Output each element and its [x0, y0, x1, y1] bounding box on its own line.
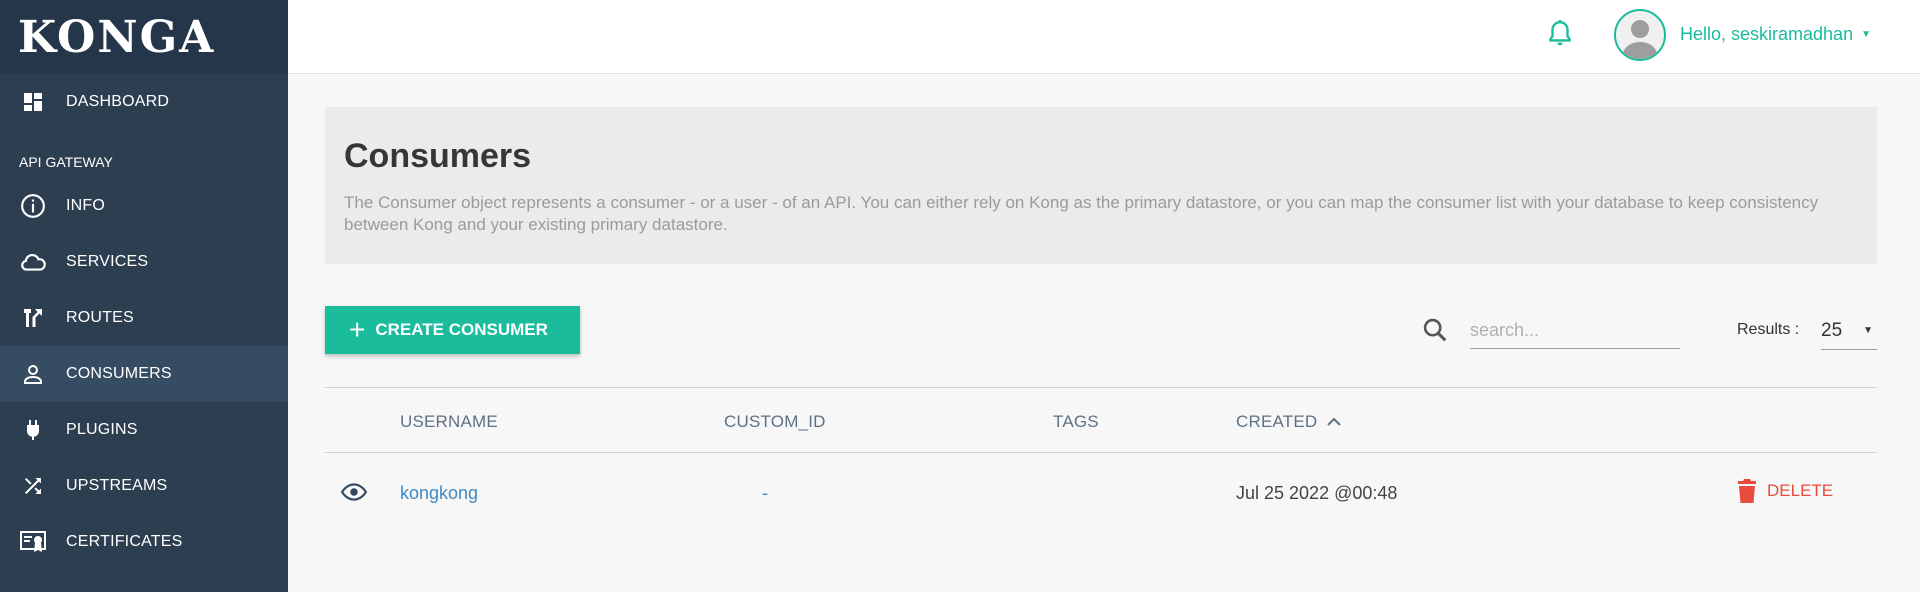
- table-header: USERNAME CUSTOM_ID TAGS CREATED: [325, 387, 1877, 453]
- custom-id-cell[interactable]: -: [762, 483, 768, 504]
- column-header-created-label: CREATED: [1236, 412, 1318, 431]
- routes-icon: [20, 305, 46, 331]
- shuffle-icon: [20, 473, 46, 499]
- cloud-icon: [20, 249, 46, 275]
- sort-asc-icon: [1327, 417, 1342, 426]
- sidebar-item-info[interactable]: INFO: [0, 178, 288, 234]
- created-cell: Jul 25 2022 @00:48: [1236, 483, 1398, 503]
- user-menu[interactable]: Hello, seskiramadhan ▼: [1680, 24, 1871, 45]
- results-per-page-select[interactable]: 25 ▼: [1821, 312, 1877, 350]
- logo[interactable]: KONGA: [0, 0, 288, 74]
- sidebar-item-label: CONSUMERS: [66, 365, 172, 382]
- bell-icon[interactable]: [1547, 19, 1573, 49]
- plug-icon: [20, 417, 46, 443]
- sidebar: KONGA DASHBOARD API GATEWAY INFO SERVICE…: [0, 0, 288, 592]
- consumers-table: USERNAME CUSTOM_ID TAGS CREATED kongkong…: [325, 387, 1877, 533]
- sidebar-item-dashboard[interactable]: DASHBOARD: [0, 74, 288, 130]
- certificate-icon: [20, 529, 46, 555]
- column-header-custom-id[interactable]: CUSTOM_ID: [724, 412, 826, 432]
- sidebar-item-certificates[interactable]: CERTIFICATES: [0, 514, 288, 570]
- sidebar-item-routes[interactable]: ROUTES: [0, 290, 288, 346]
- sidebar-item-label: SERVICES: [66, 253, 149, 270]
- column-header-created[interactable]: CREATED: [1236, 412, 1342, 432]
- sidebar-item-consumers[interactable]: CONSUMERS: [0, 346, 288, 402]
- sidebar-item-label: UPSTREAMS: [66, 477, 168, 494]
- sidebar-item-label: INFO: [66, 197, 106, 214]
- chevron-down-icon: ▼: [1863, 325, 1873, 336]
- eye-icon[interactable]: [339, 479, 369, 505]
- page-description: The Consumer object represents a consume…: [344, 193, 1819, 234]
- greeting-text: Hello, seskiramadhan: [1680, 24, 1854, 44]
- column-header-tags[interactable]: TAGS: [1053, 412, 1099, 432]
- username-link[interactable]: kongkong: [400, 483, 478, 504]
- create-consumer-button[interactable]: + CREATE CONSUMER: [325, 306, 580, 354]
- main-content: Consumers The Consumer object represents…: [288, 74, 1920, 592]
- page-title: Consumers: [344, 137, 532, 175]
- info-icon: [20, 193, 46, 219]
- chevron-down-icon: ▼: [1861, 29, 1871, 40]
- sidebar-item-label: CERTIFICATES: [66, 533, 183, 550]
- plus-icon: +: [349, 314, 366, 345]
- page-header: Consumers The Consumer object represents…: [325, 107, 1877, 264]
- avatar[interactable]: [1614, 9, 1666, 61]
- delete-button[interactable]: DELETE: [1737, 479, 1833, 503]
- results-label: Results :: [1737, 321, 1800, 338]
- sidebar-item-label: PLUGINS: [66, 421, 138, 438]
- dashboard-icon: [20, 89, 46, 115]
- topbar: Hello, seskiramadhan ▼: [288, 0, 1920, 74]
- search-icon[interactable]: [1421, 316, 1449, 344]
- trash-icon: [1738, 479, 1756, 503]
- create-consumer-label: CREATE CONSUMER: [375, 320, 548, 339]
- sidebar-item-upstreams[interactable]: UPSTREAMS: [0, 458, 288, 514]
- sidebar-item-label: DASHBOARD: [66, 93, 170, 110]
- table-row: kongkong - Jul 25 2022 @00:48 DELETE: [325, 453, 1877, 533]
- sidebar-item-plugins[interactable]: PLUGINS: [0, 402, 288, 458]
- sidebar-item-label: ROUTES: [66, 309, 134, 326]
- results-value: 25: [1821, 319, 1843, 341]
- delete-label: DELETE: [1767, 481, 1834, 500]
- search-input[interactable]: [1470, 313, 1680, 349]
- column-header-username[interactable]: USERNAME: [400, 412, 498, 432]
- logo-text: KONGA: [18, 11, 216, 63]
- sidebar-section-title: API GATEWAY: [19, 154, 113, 170]
- sidebar-item-services[interactable]: SERVICES: [0, 234, 288, 290]
- person-icon: [20, 361, 46, 387]
